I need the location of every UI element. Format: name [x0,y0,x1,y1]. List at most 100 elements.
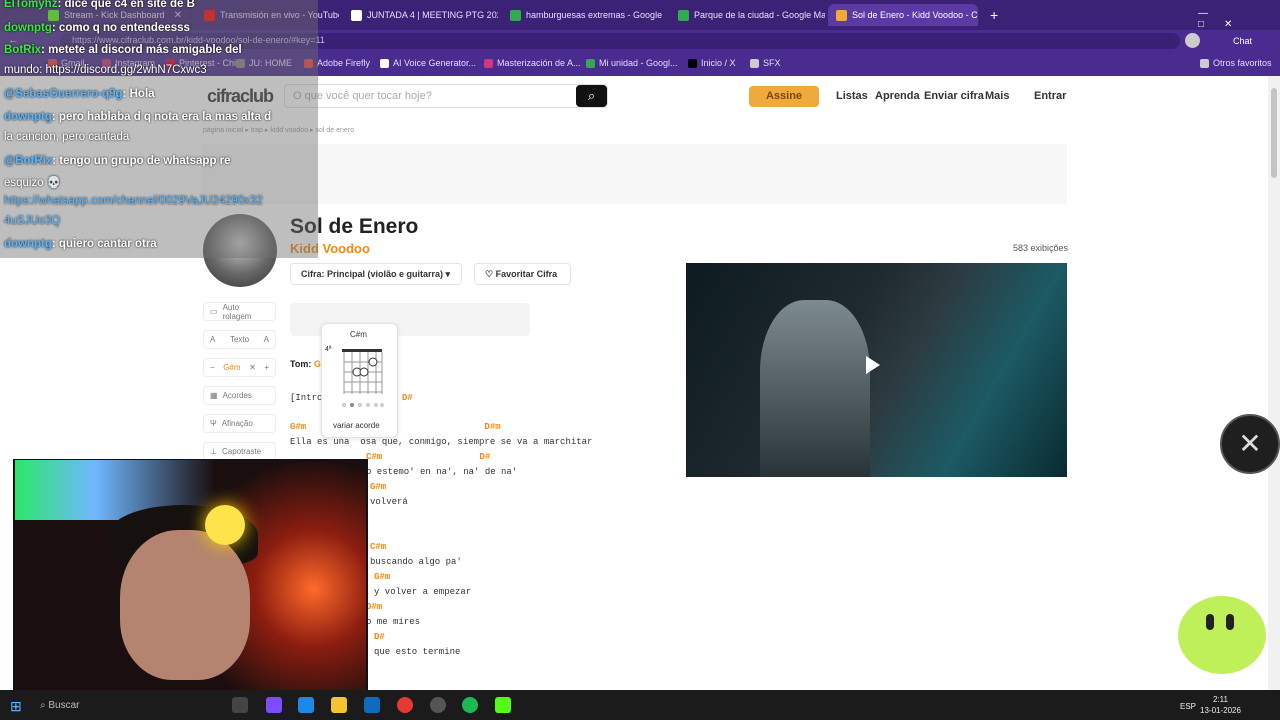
text-size-control[interactable]: A Texto A [203,330,276,349]
page-scrollbar[interactable] [1268,76,1280,690]
chat-button[interactable]: Chat [1233,33,1273,49]
tab-label: Sol de Enero - Kidd Voodoo - Cifra [852,10,978,20]
app-icon-2[interactable] [430,697,446,713]
lyric-line: buscando algo pa' [370,557,462,567]
scrollbar-thumb[interactable] [1271,88,1277,178]
bookmark-label: Inicio / X [701,58,736,68]
kick-icon[interactable] [495,697,511,713]
bookmark-icon [750,58,759,68]
other-bookmarks[interactable]: Otros favoritos [1200,58,1272,68]
chat-text: : Hola [122,88,155,100]
vary-chord-button[interactable]: variar acorde [333,421,380,430]
chord-line[interactable]: C#m [370,542,386,552]
chat-text: la cancion, pero cantada [4,131,130,143]
chat-message: @SebasGuerrero-q9g: Hola [4,88,155,100]
chat-username[interactable]: ElTomyhz [4,0,57,10]
chat-username[interactable]: downptg [4,22,52,34]
bookmark-icon [586,58,595,68]
bookmark-item[interactable]: AI Voice Generator... [380,58,476,68]
nav-aprenda[interactable]: Aprenda [875,90,920,102]
plus-icon[interactable]: + [264,363,269,372]
windows-start-icon[interactable]: ⊞ [10,698,22,715]
close-icon[interactable]: ✕ [249,363,256,372]
kirby-overlay [1178,596,1266,674]
nav-mais[interactable]: Mais [985,90,1009,102]
bookmark-item[interactable]: Mi unidad - Googl... [586,58,678,68]
chat-text: https://whatsapp.com/channel/0029VaJU242… [4,195,263,207]
chord-diagram [342,349,384,407]
chat-username[interactable]: @BotRix [4,155,52,167]
store-icon[interactable] [364,697,380,713]
taskbar-clock[interactable]: 2:11 13-01-2026 [1200,694,1241,716]
favorite-button[interactable]: ♡ Favoritar Cifra [474,263,571,285]
bookmark-item[interactable]: Inicio / X [688,58,736,68]
auto-scroll-button[interactable]: ▭ Auto rolagem [203,302,276,321]
bookmark-label: Mi unidad - Googl... [599,58,678,68]
chord-line[interactable]: G#m [374,572,390,582]
minus-icon[interactable]: − [210,363,215,372]
chord-line[interactable]: D# [374,632,385,642]
login-link[interactable]: Entrar [1034,90,1066,102]
app-icon[interactable] [266,697,282,713]
webcam-duck-lamp [205,505,245,545]
webcam-face [120,530,250,680]
text-larger-icon[interactable]: A [264,335,269,344]
bookmark-item[interactable]: SFX [750,58,781,68]
lyric-line: o me mires [366,617,421,627]
new-tab-button[interactable]: + [990,7,998,23]
key-control[interactable]: − G#m ✕ + [203,358,276,377]
chords-button[interactable]: ▦ Acordes [203,386,276,405]
file-explorer-icon[interactable] [331,697,347,713]
taskbar-search[interactable]: ⌕ Buscar [34,696,174,716]
chat-message: la cancion, pero cantada [4,131,129,143]
bookmark-label: Adobe Firefly [317,58,371,68]
search-icon[interactable]: ⌕ [576,85,607,107]
auto-scroll-icon: ▭ [210,307,218,316]
chord-line[interactable]: D#m [366,602,382,612]
browser-tab[interactable]: Parque de la ciudad - Google Map✕ [670,4,825,26]
nav-listas[interactable]: Listas [836,90,868,102]
nav-enviar-cifra[interactable]: Enviar cifra [924,90,984,102]
cifra-select[interactable]: Cifra: Principal (violão e guitarra) ▾ [290,263,462,285]
chord-line[interactable]: C#m D# [366,452,490,462]
bookmark-label: Masterización de A... [497,58,581,68]
chat-text: : metete al discord más amigable del [41,44,242,56]
browser-icon[interactable] [298,697,314,713]
browser-tab[interactable]: JUNTADA 4 | MEETING PTG 2026✕ [343,4,498,26]
tone-label: Tom: [290,359,312,369]
chat-message: downptg: pero hablaba d q nota era la ma… [4,111,271,123]
task-view-icon[interactable] [232,697,248,713]
bookmark-item[interactable]: Masterización de A... [484,58,581,68]
tab-favicon [510,9,521,21]
subscribe-button[interactable]: Assine [749,86,819,107]
chord-fret-label: 4ª [325,346,332,353]
chat-message: downptg: quiero cantar otra [4,238,157,250]
tone-value[interactable]: G [314,359,321,369]
tuning-button[interactable]: Ψ Afinação [203,414,276,433]
text-smaller-icon[interactable]: A [210,335,215,344]
browser-tab[interactable]: hamburguesas extremas - Google✕ [502,4,666,26]
tone-row[interactable]: Tom: G [290,359,321,369]
lyric-line: que esto termine [374,647,461,657]
chat-message: esquizo 💀 [4,175,61,189]
profile-avatar[interactable] [1185,33,1200,48]
chat-text: : pero hablaba d q nota era la mas alta … [51,111,272,123]
song-search-input[interactable]: O que você quer tocar hoje? [284,84,608,108]
chat-username[interactable]: downptg [4,238,52,250]
chat-username[interactable]: @SebasGuerrero-q9g [4,88,123,100]
spotify-icon[interactable] [462,697,478,713]
window-controls[interactable]: —□✕ [1198,8,1280,30]
language-indicator[interactable]: ESP [1180,702,1196,711]
tuning-icon: Ψ [210,419,217,428]
chord-line[interactable]: G#m [370,482,386,492]
chat-username[interactable]: BotRix [4,44,41,56]
play-icon[interactable] [866,356,880,374]
chat-text: : como q no entendeesss [51,22,190,34]
chat-text: : tengo un grupo de whatsapp re [52,155,231,167]
chord-line[interactable]: D# [402,393,413,403]
chat-username[interactable]: downptg [4,111,52,123]
obs-icon[interactable] [397,697,413,713]
browser-tab[interactable]: Sol de Enero - Kidd Voodoo - Cifra✕ [828,4,978,26]
text-size-label: Texto [229,335,250,344]
tab-label: JUNTADA 4 | MEETING PTG 2026 [367,10,498,20]
